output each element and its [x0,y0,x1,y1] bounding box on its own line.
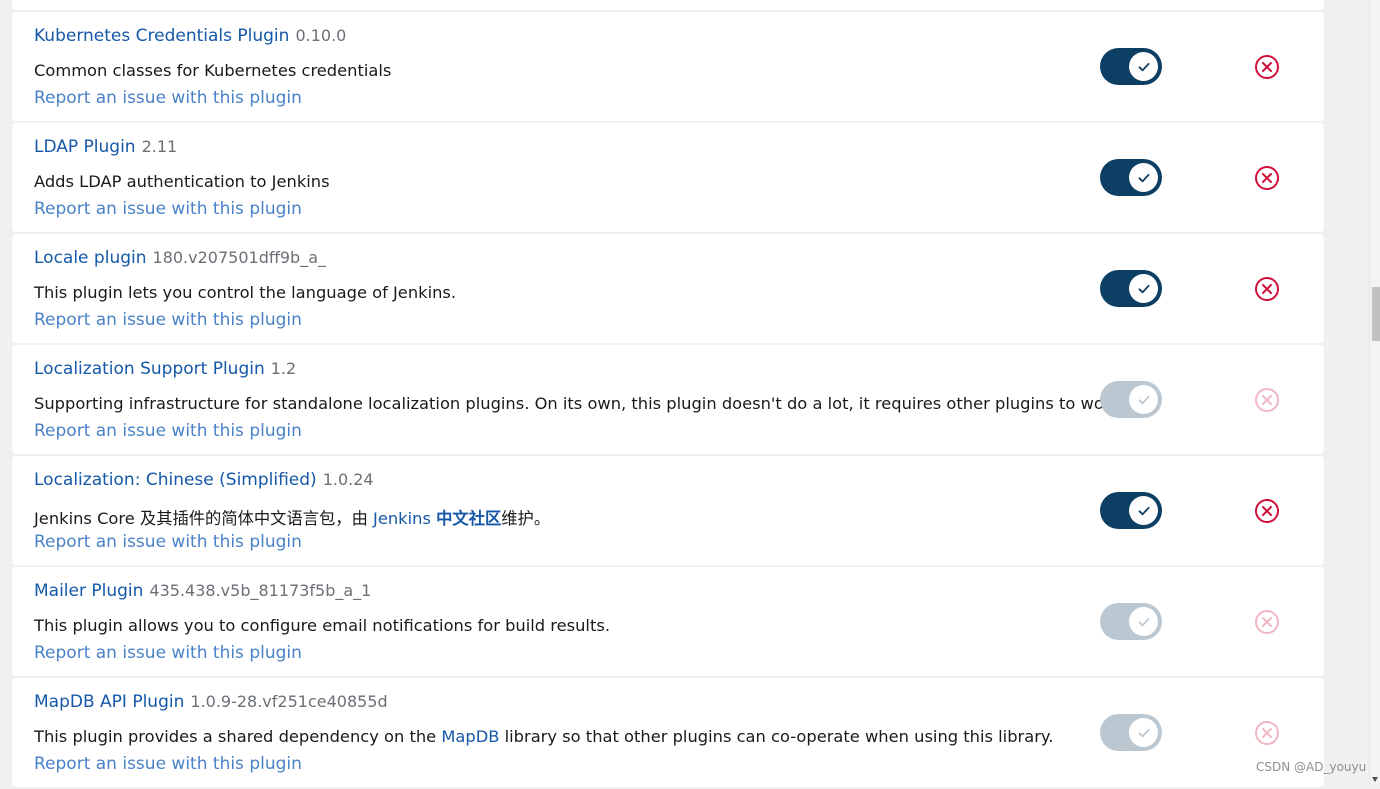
plugin-name-link[interactable]: Locale plugin [34,248,147,268]
report-issue-link[interactable]: Report an issue with this plugin [34,643,302,663]
description-text: Jenkins Core 及其插件的简体中文语言包，由 [34,509,374,528]
plugin-name-link[interactable]: Mailer Plugin [34,581,143,601]
plugin-version: 1.2 [270,359,297,378]
plugin-description: Adds LDAP authentication to Jenkins [34,172,330,191]
check-icon [1129,52,1158,81]
circle-x-icon [1255,721,1279,745]
plugin-row-localization-chinese: Localization: Chinese (Simplified) 1.0.24… [12,456,1324,565]
uninstall-button[interactable] [1254,276,1280,302]
plugin-row-kubernetes-credentials: Kubernetes Credentials Plugin 0.10.0 Comm… [12,12,1324,121]
plugin-version: 180.v207501dff9b_a_ [152,248,327,267]
previous-row-edge [12,0,1324,10]
circle-x-icon [1255,610,1279,634]
jenkins-chinese-community-link[interactable]: Jenkins 中文社区 [373,509,501,528]
watermark: CSDN @AD_youyu [1256,760,1367,774]
check-icon [1129,718,1158,747]
plugin-title-line: LDAP Plugin 2.11 [34,137,177,157]
plugin-version: 1.0.9-28.vf251ce40855d [190,692,388,711]
uninstall-button[interactable] [1254,720,1280,746]
enable-toggle[interactable] [1100,714,1162,751]
check-icon [1129,496,1158,525]
report-issue-link[interactable]: Report an issue with this plugin [34,88,302,108]
circle-x-icon [1255,55,1279,79]
uninstall-button[interactable] [1254,609,1280,635]
plugin-version: 0.10.0 [295,26,347,45]
report-issue-link[interactable]: Report an issue with this plugin [34,754,302,774]
vertical-scrollbar[interactable] [1369,0,1380,785]
plugin-name-link[interactable]: MapDB API Plugin [34,692,184,712]
scroll-down-arrow-icon[interactable] [1372,777,1378,782]
check-icon [1129,274,1158,303]
uninstall-button[interactable] [1254,387,1280,413]
plugin-title-line: Localization Support Plugin 1.2 [34,359,296,379]
plugin-name-link[interactable]: Localization: Chinese (Simplified) [34,470,317,490]
circle-x-icon [1255,277,1279,301]
plugin-name-link[interactable]: Localization Support Plugin [34,359,265,379]
plugin-description: Jenkins Core 及其插件的简体中文语言包，由 Jenkins 中文社区… [34,505,550,529]
plugin-row-locale: Locale plugin 180.v207501dff9b_a_ This pl… [12,234,1324,343]
enable-toggle[interactable] [1100,270,1162,307]
plugin-list: Kubernetes Credentials Plugin 0.10.0 Comm… [12,0,1324,789]
enable-toggle[interactable] [1100,492,1162,529]
description-text: library so that other plugins can co-ope… [499,727,1054,746]
report-issue-link[interactable]: Report an issue with this plugin [34,310,302,330]
enable-toggle[interactable] [1100,603,1162,640]
plugin-row-mapdb-api: MapDB API Plugin 1.0.9-28.vf251ce40855d T… [12,678,1324,787]
circle-x-icon [1255,388,1279,412]
plugin-description: Supporting infrastructure for standalone… [34,394,1126,413]
plugin-title-line: Locale plugin 180.v207501dff9b_a_ [34,248,326,268]
check-icon [1129,385,1158,414]
plugin-version: 2.11 [141,137,178,156]
plugin-version: 1.0.24 [322,470,374,489]
enable-toggle[interactable] [1100,381,1162,418]
enable-toggle[interactable] [1100,159,1162,196]
check-icon [1129,607,1158,636]
link-text: Jenkins [373,509,437,528]
plugin-title-line: Localization: Chinese (Simplified) 1.0.24 [34,470,374,490]
plugin-description: This plugin provides a shared dependency… [34,727,1053,746]
description-text: This plugin provides a shared dependency… [34,727,442,746]
circle-x-icon [1255,166,1279,190]
plugin-name-link[interactable]: Kubernetes Credentials Plugin [34,26,289,46]
uninstall-button[interactable] [1254,498,1280,524]
scrollbar-thumb[interactable] [1372,287,1380,341]
mapdb-link[interactable]: MapDB [441,727,499,746]
uninstall-button[interactable] [1254,54,1280,80]
plugin-title-line: Kubernetes Credentials Plugin 0.10.0 [34,26,346,46]
report-issue-link[interactable]: Report an issue with this plugin [34,199,302,219]
description-text: 维护。 [501,509,551,528]
report-issue-link[interactable]: Report an issue with this plugin [34,421,302,441]
plugin-description: Common classes for Kubernetes credential… [34,61,392,80]
plugin-row-ldap: LDAP Plugin 2.11 Adds LDAP authentication… [12,123,1324,232]
plugin-title-line: MapDB API Plugin 1.0.9-28.vf251ce40855d [34,692,388,712]
plugin-description: This plugin allows you to configure emai… [34,616,610,635]
report-issue-link[interactable]: Report an issue with this plugin [34,532,302,552]
check-icon [1129,163,1158,192]
link-text-bold: 中文社区 [436,509,502,528]
plugin-row-localization-support: Localization Support Plugin 1.2 Supportin… [12,345,1324,454]
plugin-title-line: Mailer Plugin 435.438.v5b_81173f5b_a_1 [34,581,371,601]
circle-x-icon [1255,499,1279,523]
uninstall-button[interactable] [1254,165,1280,191]
plugin-name-link[interactable]: LDAP Plugin [34,137,136,157]
plugin-description: This plugin lets you control the languag… [34,283,457,302]
plugin-row-mailer: Mailer Plugin 435.438.v5b_81173f5b_a_1 Th… [12,567,1324,676]
plugin-version: 435.438.v5b_81173f5b_a_1 [149,581,372,600]
enable-toggle[interactable] [1100,48,1162,85]
